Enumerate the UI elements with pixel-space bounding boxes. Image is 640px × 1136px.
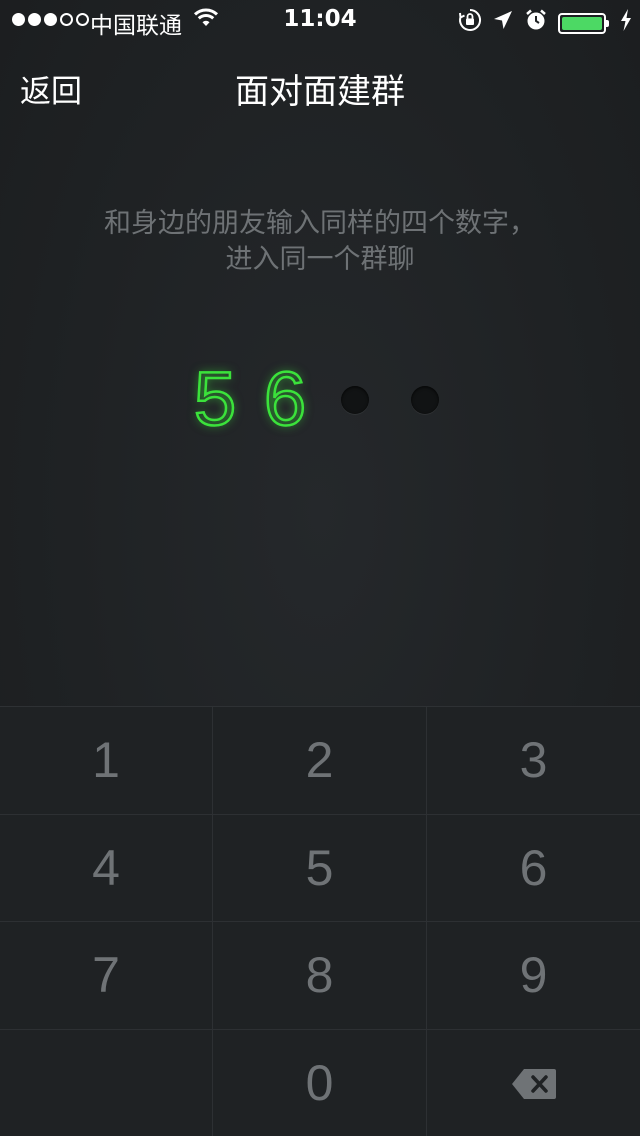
- key-8[interactable]: 8: [213, 922, 427, 1030]
- key-0[interactable]: 0: [213, 1029, 427, 1136]
- instructions-line-2: 进入同一个群聊: [225, 244, 415, 275]
- key-4[interactable]: 4: [0, 814, 213, 922]
- code-display: 5 6: [0, 357, 640, 442]
- battery-icon: [558, 12, 609, 34]
- key-1[interactable]: 1: [0, 707, 213, 815]
- code-digit-1: 5: [193, 357, 238, 442]
- status-icons: [458, 8, 632, 38]
- code-digit-2: 6: [263, 357, 308, 442]
- empty-digit-dot: [341, 386, 369, 414]
- code-digit-2-value: 6: [263, 357, 308, 442]
- page-title: 面对面建群: [235, 72, 405, 112]
- key-6[interactable]: 6: [427, 814, 640, 922]
- key-3[interactable]: 3: [427, 707, 640, 815]
- empty-digit-dot: [411, 386, 439, 414]
- code-digit-1-value: 5: [193, 357, 238, 442]
- screen: 中国联通 11:04 返回 面对面建群 和身边的朋友输入同样的四个数字， 进入同…: [0, 0, 640, 1136]
- battery-level-fill: [562, 16, 602, 30]
- key-5[interactable]: 5: [213, 814, 427, 922]
- backspace-icon: [511, 1054, 557, 1112]
- location-arrow-icon: [492, 9, 514, 37]
- key-7[interactable]: 7: [0, 922, 213, 1030]
- code-digit-3: [333, 360, 377, 440]
- instructions-text: 和身边的朋友输入同样的四个数字， 进入同一个群聊: [0, 206, 640, 278]
- navigation-bar: 返回 面对面建群: [0, 40, 640, 130]
- instructions-line-1: 和身边的朋友输入同样的四个数字，: [104, 208, 536, 239]
- key-blank: [0, 1029, 213, 1136]
- status-bar: 中国联通 11:04: [0, 0, 640, 40]
- key-2[interactable]: 2: [213, 707, 427, 815]
- alarm-icon: [524, 8, 548, 38]
- charging-bolt-icon: [620, 9, 632, 37]
- rotation-lock-icon: [458, 8, 482, 38]
- backspace-button[interactable]: [427, 1029, 640, 1136]
- key-9[interactable]: 9: [427, 922, 640, 1030]
- number-keypad: 1 2 3 4 5 6 7 8 9 0: [0, 706, 640, 1136]
- code-digit-4: [403, 360, 447, 440]
